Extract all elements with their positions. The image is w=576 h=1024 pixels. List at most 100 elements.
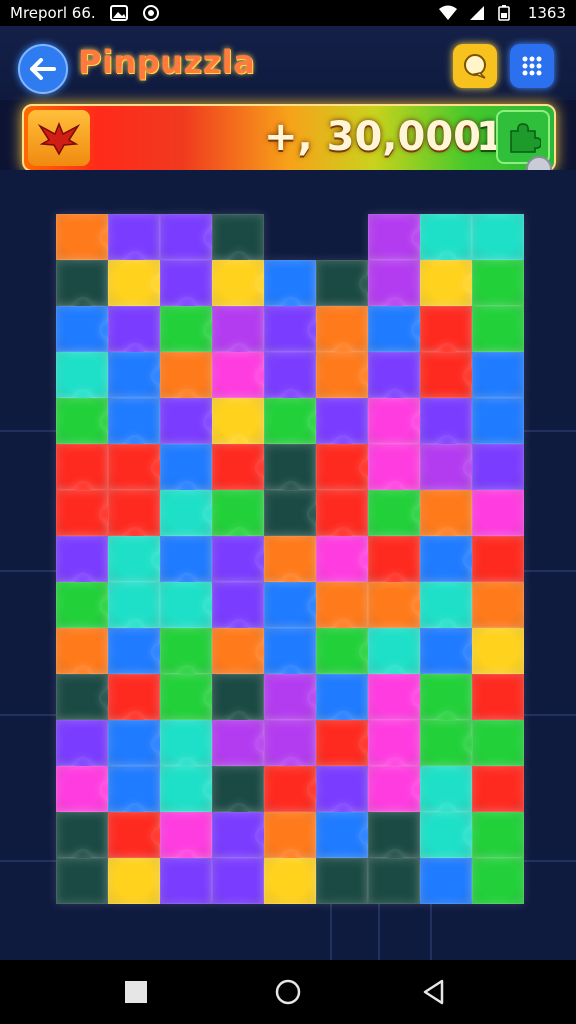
- puzzle-piece[interactable]: [212, 398, 264, 453]
- puzzle-piece[interactable]: [264, 536, 316, 591]
- puzzle-piece[interactable]: [420, 306, 472, 361]
- puzzle-piece[interactable]: [56, 306, 117, 352]
- puzzle-piece[interactable]: [160, 352, 212, 407]
- puzzle-piece[interactable]: [160, 444, 212, 499]
- puzzle-piece[interactable]: [212, 674, 264, 729]
- puzzle-piece[interactable]: [420, 582, 472, 637]
- puzzle-piece[interactable]: [160, 398, 221, 444]
- puzzle-piece[interactable]: [108, 306, 160, 361]
- puzzle-piece[interactable]: [212, 260, 273, 306]
- puzzle-piece[interactable]: [472, 536, 524, 582]
- puzzle-piece[interactable]: [368, 306, 429, 352]
- puzzle-piece[interactable]: [212, 766, 264, 821]
- puzzle-piece[interactable]: [368, 628, 420, 683]
- puzzle-piece[interactable]: [160, 306, 221, 352]
- puzzle-piece[interactable]: [108, 674, 160, 729]
- puzzle-piece[interactable]: [212, 352, 273, 398]
- puzzle-piece[interactable]: [108, 536, 169, 582]
- puzzle-piece[interactable]: [316, 398, 368, 453]
- puzzle-piece[interactable]: [56, 858, 108, 904]
- puzzle-piece[interactable]: [368, 214, 429, 260]
- puzzle-piece[interactable]: [108, 858, 160, 904]
- puzzle-piece[interactable]: [264, 260, 316, 315]
- puzzle-piece[interactable]: [56, 444, 108, 499]
- puzzle-piece[interactable]: [264, 444, 316, 499]
- puzzle-piece[interactable]: [420, 812, 481, 858]
- puzzle-piece[interactable]: [368, 766, 429, 812]
- puzzle-piece[interactable]: [472, 398, 524, 444]
- puzzle-piece[interactable]: [108, 766, 160, 821]
- puzzle-piece[interactable]: [472, 628, 524, 674]
- puzzle-piece[interactable]: [56, 674, 117, 720]
- puzzle-piece[interactable]: [212, 306, 264, 361]
- puzzle-piece[interactable]: [316, 720, 377, 766]
- puzzle-piece[interactable]: [108, 720, 169, 766]
- puzzle-piece[interactable]: [160, 260, 212, 315]
- puzzle-piece[interactable]: [56, 398, 117, 444]
- puzzle-piece[interactable]: [264, 812, 316, 867]
- puzzle-piece[interactable]: [316, 490, 368, 545]
- puzzle-piece[interactable]: [212, 812, 273, 858]
- puzzle-piece[interactable]: [420, 674, 472, 729]
- puzzle-piece[interactable]: [160, 766, 221, 812]
- puzzle-piece[interactable]: [472, 582, 524, 628]
- puzzle-piece[interactable]: [160, 720, 212, 775]
- puzzle-piece[interactable]: [368, 812, 420, 867]
- puzzle-piece[interactable]: [316, 306, 368, 361]
- puzzle-piece[interactable]: [316, 582, 368, 637]
- puzzle-piece[interactable]: [420, 628, 481, 674]
- puzzle-piece[interactable]: [420, 858, 472, 904]
- puzzle-piece[interactable]: [420, 766, 472, 821]
- puzzle-piece[interactable]: [420, 352, 481, 398]
- puzzle-piece[interactable]: [108, 812, 169, 858]
- puzzle-piece[interactable]: [56, 490, 117, 536]
- puzzle-piece[interactable]: [108, 260, 169, 306]
- puzzle-piece[interactable]: [368, 352, 420, 407]
- puzzle-piece[interactable]: [472, 214, 524, 260]
- puzzle-piece[interactable]: [316, 260, 377, 306]
- puzzle-piece[interactable]: [472, 858, 524, 904]
- puzzle-piece[interactable]: [316, 352, 377, 398]
- puzzle-piece[interactable]: [160, 490, 221, 536]
- puzzle-piece[interactable]: [264, 674, 325, 720]
- puzzle-piece[interactable]: [160, 812, 212, 867]
- puzzle-piece[interactable]: [472, 766, 524, 812]
- puzzle-piece[interactable]: [264, 858, 316, 904]
- puzzle-piece[interactable]: [420, 214, 472, 269]
- puzzle-piece[interactable]: [264, 582, 325, 628]
- puzzle-piece[interactable]: [212, 720, 273, 766]
- puzzle-piece[interactable]: [56, 766, 117, 812]
- puzzle-piece[interactable]: [264, 490, 325, 536]
- puzzle-piece[interactable]: [160, 674, 221, 720]
- puzzle-piece[interactable]: [160, 628, 212, 683]
- puzzle-piece[interactable]: [368, 536, 420, 591]
- puzzle-piece[interactable]: [316, 766, 368, 821]
- puzzle-piece[interactable]: [420, 260, 481, 306]
- puzzle-piece[interactable]: [264, 628, 316, 683]
- puzzle-piece[interactable]: [56, 214, 117, 260]
- puzzle-piece[interactable]: [264, 352, 316, 407]
- puzzle-piece[interactable]: [160, 858, 212, 904]
- puzzle-piece[interactable]: [472, 260, 524, 306]
- puzzle-piece[interactable]: [212, 536, 273, 582]
- puzzle-piece[interactable]: [316, 674, 368, 729]
- puzzle-piece[interactable]: [264, 766, 325, 812]
- puzzle-piece[interactable]: [108, 444, 169, 490]
- puzzle-piece[interactable]: [420, 720, 481, 766]
- puzzle-piece[interactable]: [420, 398, 472, 453]
- puzzle-piece[interactable]: [56, 260, 108, 315]
- puzzle-piece[interactable]: [264, 720, 316, 775]
- puzzle-piece[interactable]: [316, 536, 377, 582]
- puzzle-piece[interactable]: [108, 490, 160, 545]
- home-button[interactable]: [272, 976, 304, 1008]
- puzzle-piece[interactable]: [316, 812, 377, 858]
- puzzle-piece[interactable]: [212, 628, 273, 674]
- puzzle-piece[interactable]: [368, 720, 420, 775]
- puzzle-piece[interactable]: [212, 582, 264, 637]
- puzzle-piece[interactable]: [56, 536, 108, 591]
- puzzle-piece[interactable]: [368, 674, 429, 720]
- puzzle-piece[interactable]: [264, 398, 325, 444]
- puzzle-piece[interactable]: [368, 858, 420, 904]
- puzzle-piece[interactable]: [316, 858, 368, 904]
- puzzle-piece[interactable]: [420, 536, 481, 582]
